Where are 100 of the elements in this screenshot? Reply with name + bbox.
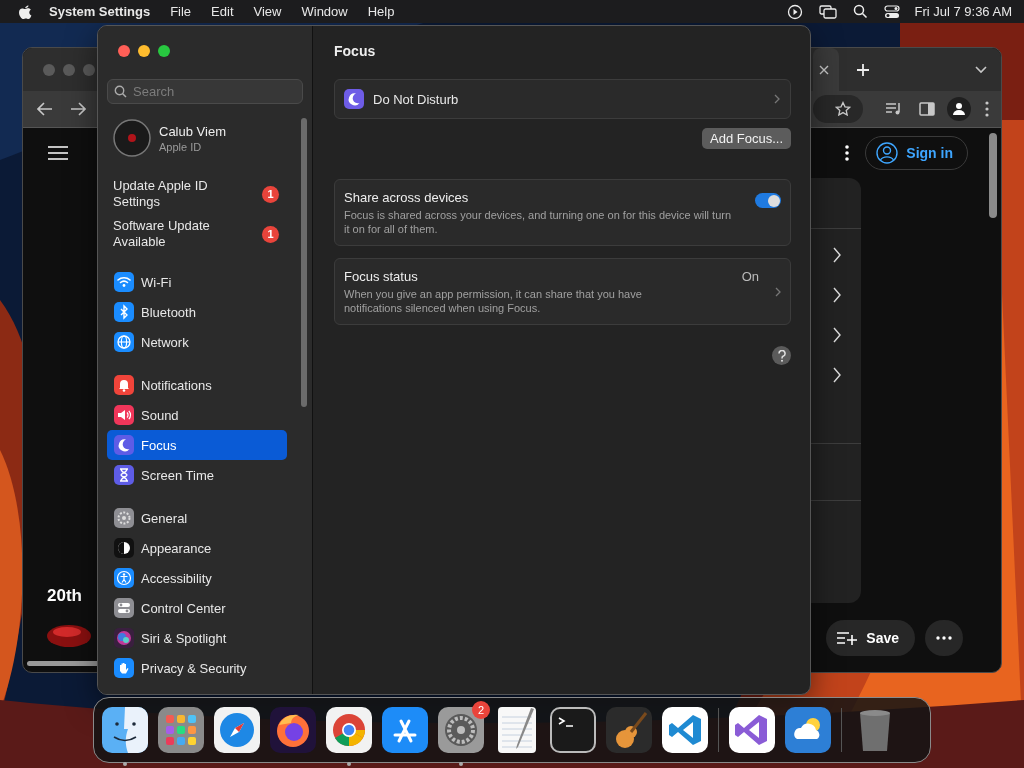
finder-face-icon[interactable] <box>102 707 148 753</box>
setting-title: Share across devices <box>344 190 470 206</box>
sidebar-item[interactable]: Siri & Spotlight <box>107 623 287 653</box>
globe-icon <box>114 332 134 352</box>
fox-globe-icon[interactable] <box>270 707 316 753</box>
more-vertical-icon[interactable] <box>845 145 850 161</box>
hand-icon <box>114 658 134 678</box>
speaker-icon <box>114 405 134 425</box>
gear-icon <box>114 508 134 528</box>
side-panel-icon[interactable] <box>919 102 935 116</box>
gear-icon[interactable] <box>438 707 484 753</box>
sidebar-item[interactable]: Screen Time <box>107 460 287 490</box>
playlist-add-icon <box>836 631 859 645</box>
star-icon[interactable] <box>835 101 851 117</box>
terminal-icon[interactable] <box>550 707 596 753</box>
person-icon <box>952 102 966 116</box>
zoom-button[interactable] <box>158 45 170 57</box>
menu-item[interactable]: Edit <box>211 4 234 19</box>
scrollbar[interactable] <box>301 118 307 407</box>
cloud-sun-icon[interactable] <box>785 707 831 753</box>
minimize-button[interactable] <box>138 45 150 57</box>
search-icon[interactable] <box>853 4 869 19</box>
sidebar-item[interactable]: Accessibility <box>107 563 287 593</box>
chevron-right-icon <box>774 94 780 104</box>
sidebar-item[interactable]: Bluetooth <box>107 297 287 327</box>
user-circle-icon <box>876 142 899 164</box>
address-bar[interactable] <box>813 95 863 123</box>
code-ribbon-icon[interactable] <box>662 707 708 753</box>
sidebar-item[interactable]: Control Center <box>107 593 287 623</box>
sidebar-item[interactable]: Sound <box>107 400 287 430</box>
apple-logo-icon[interactable] <box>18 3 32 20</box>
more-button[interactable] <box>925 620 963 656</box>
question-mark-icon <box>777 349 786 362</box>
menu-item[interactable]: View <box>253 4 282 19</box>
more-vertical-icon[interactable] <box>985 101 989 117</box>
close-icon[interactable] <box>819 64 829 75</box>
playlist-icon[interactable] <box>885 102 903 116</box>
play-circle-icon[interactable] <box>787 3 804 20</box>
moon-icon <box>114 435 134 455</box>
chevron-right-icon[interactable] <box>833 327 841 343</box>
sidebar-alert[interactable]: Software Update Available 1 <box>107 218 287 250</box>
chevron-down-icon[interactable] <box>975 65 987 74</box>
sidebar-item[interactable]: Notifications <box>107 370 287 400</box>
compass-icon[interactable] <box>214 707 260 753</box>
notification-badge: 1 <box>262 185 279 203</box>
sidebar-item[interactable]: Appearance <box>107 533 287 563</box>
setting-description: When you give an app permission, it can share that you have notifications silenced when using Focus. <box>344 287 643 315</box>
sidebar-alert[interactable]: Update Apple ID Settings 1 <box>107 178 287 210</box>
menu-item[interactable]: File <box>170 4 192 19</box>
back-arrow-icon[interactable] <box>37 102 53 116</box>
chevron-right-icon[interactable] <box>833 247 841 263</box>
scrollbar[interactable] <box>27 661 99 666</box>
setting-title: Focus status <box>344 269 419 285</box>
focus-mode-row[interactable]: Do Not Disturb <box>334 79 791 119</box>
setting-description: Focus is shared across your devices, and turning one on for this device will turn it on for all of them. <box>344 208 733 236</box>
moon-icon <box>344 89 364 109</box>
sidebar-item[interactable]: Focus <box>107 430 287 460</box>
menu-item[interactable]: Help <box>367 4 395 19</box>
sidebar-item[interactable]: General <box>107 503 287 533</box>
menu-item[interactable]: Window <box>301 4 348 19</box>
profile-avatar[interactable] <box>947 97 971 121</box>
account-name: Calub Viem <box>159 123 226 139</box>
ribbon-icon[interactable] <box>729 707 775 753</box>
save-button[interactable]: Save <box>826 620 915 656</box>
screen-mirroring-icon[interactable] <box>819 3 838 20</box>
new-tab-icon[interactable] <box>856 62 870 77</box>
menu-bar-clock[interactable]: Fri Jul 7 9:36 AM <box>914 4 1012 19</box>
toggle-switch[interactable] <box>755 193 781 208</box>
notification-badge: 2 <box>472 701 490 719</box>
wifi-icon <box>114 272 134 292</box>
help-button[interactable] <box>772 346 791 365</box>
app-name-menu[interactable]: System Settings <box>49 4 151 19</box>
add-focus-button[interactable]: Add Focus... <box>702 128 791 149</box>
menu-icon[interactable] <box>48 146 68 160</box>
hourglass-icon <box>114 465 134 485</box>
pane-title: Focus <box>334 43 377 60</box>
control-center-icon[interactable] <box>884 3 901 20</box>
close-button[interactable] <box>118 45 130 57</box>
bluetooth-icon <box>114 302 134 322</box>
notification-badge: 1 <box>262 225 279 243</box>
app-grid-icon[interactable] <box>158 707 204 753</box>
account-subtitle: Apple ID <box>159 140 203 153</box>
forward-arrow-icon[interactable] <box>70 102 86 116</box>
toggles-icon <box>114 598 134 618</box>
chevron-right-icon[interactable] <box>833 367 841 383</box>
guitar-icon[interactable] <box>606 707 652 753</box>
sidebar-item[interactable]: Privacy & Security <box>107 653 287 683</box>
focus-status-row[interactable]: Focus status When you give an app permission, it can share that you have notifications silenced when using Focus. On <box>334 258 791 325</box>
avatar[interactable] <box>113 119 151 157</box>
scrollbar[interactable] <box>989 133 997 218</box>
more-horizontal-icon <box>936 636 952 640</box>
app-store-icon[interactable] <box>382 707 428 753</box>
sidebar-item[interactable]: Network <box>107 327 287 357</box>
chevron-right-icon[interactable] <box>833 287 841 303</box>
chevron-right-icon <box>775 287 781 297</box>
accessibility-icon <box>114 568 134 588</box>
sidebar-item[interactable]: Wi-Fi <box>107 267 287 297</box>
orb-icon <box>114 628 134 648</box>
chrome-ring-icon[interactable] <box>326 707 372 753</box>
search-field[interactable]: Search <box>107 79 303 104</box>
